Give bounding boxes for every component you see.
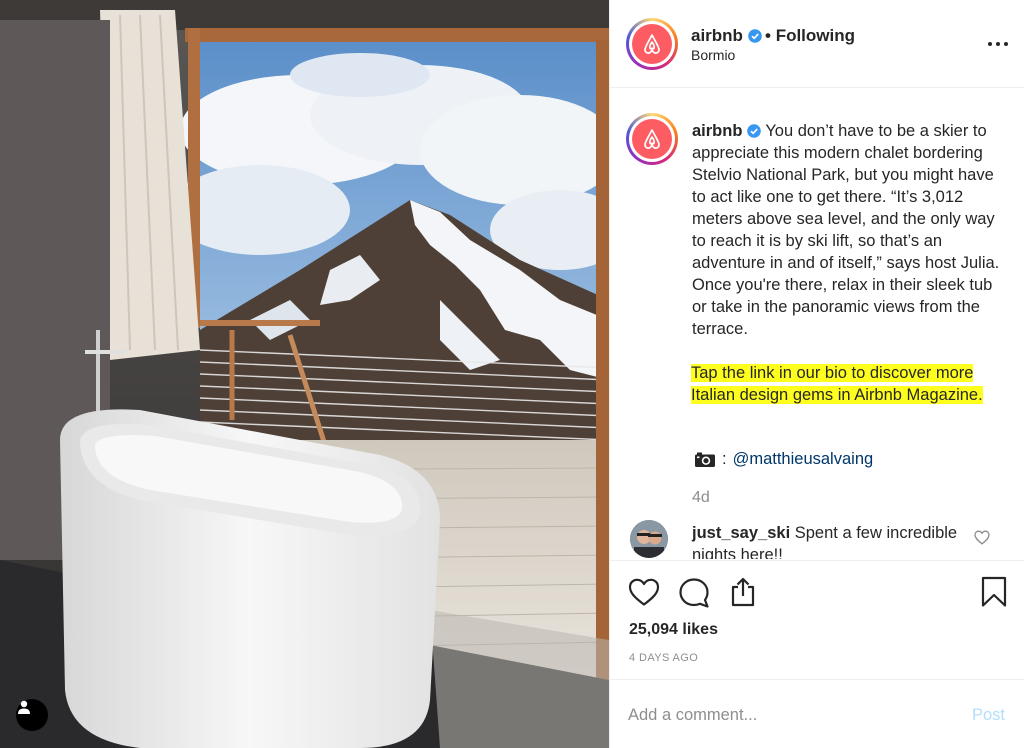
user-tag-button[interactable] — [16, 699, 48, 731]
airbnb-logo-icon — [644, 129, 660, 149]
camera-icon — [695, 452, 715, 467]
add-comment-bar: Post — [610, 679, 1024, 748]
post-timestamp[interactable]: 4 DAYS AGO — [629, 652, 698, 664]
verified-badge-icon — [747, 29, 762, 43]
credit-mention-link[interactable]: @matthieusalvaing — [733, 450, 874, 469]
comment-bubble-icon[interactable] — [678, 577, 710, 608]
author-username[interactable]: airbnb — [691, 26, 762, 46]
follow-status[interactable]: • Following — [765, 26, 855, 46]
commenter-photo — [630, 520, 668, 558]
share-icon[interactable] — [728, 576, 758, 608]
caption-age[interactable]: 4d — [692, 489, 710, 507]
comment-username[interactable]: just_say_ski — [692, 524, 790, 542]
bookmark-icon[interactable] — [981, 576, 1007, 608]
verified-badge-icon — [747, 124, 761, 138]
more-options-icon[interactable] — [986, 34, 1010, 54]
comment-like-heart-icon[interactable] — [974, 530, 990, 545]
post-actions: 25,094 likes 4 DAYS AGO — [610, 560, 1024, 678]
caption-highlighted-text: Tap the link in our bio to discover more… — [691, 364, 983, 404]
separator-dot: • — [765, 26, 771, 45]
caption-username[interactable]: airbnb — [692, 122, 742, 140]
author-avatar[interactable] — [626, 18, 678, 70]
photo-credit: : @matthieusalvaing — [694, 450, 873, 469]
following-button[interactable]: Following — [776, 26, 855, 45]
commenter-avatar[interactable] — [630, 520, 668, 558]
post-caption: airbnb You don’t have to be a skier to a… — [692, 120, 1004, 340]
likes-count[interactable]: 25,094 likes — [629, 621, 718, 639]
comments-section: airbnb You don’t have to be a skier to a… — [610, 89, 1024, 559]
post-photo[interactable] — [0, 0, 609, 748]
airbnb-logo-icon — [644, 34, 660, 54]
heart-icon[interactable] — [628, 577, 660, 607]
caption-author-avatar[interactable] — [626, 113, 678, 165]
post-header: airbnb • Following Bormio — [610, 0, 1024, 88]
credit-prefix: : — [722, 450, 727, 468]
caption-text: You don’t have to be a skier to apprecia… — [692, 122, 1000, 338]
comment-item: just_say_ski Spent a few incredible nigh… — [692, 522, 982, 559]
post-comment-button[interactable]: Post — [972, 706, 1005, 725]
comment-input[interactable] — [628, 700, 948, 730]
instagram-post: airbnb • Following Bormio airbnb You don… — [0, 0, 1024, 748]
chalet-bathtub-photo — [0, 0, 609, 748]
user-tag-icon — [18, 700, 30, 714]
post-sidebar: airbnb • Following Bormio airbnb You don… — [609, 0, 1024, 748]
post-location[interactable]: Bormio — [691, 47, 735, 63]
